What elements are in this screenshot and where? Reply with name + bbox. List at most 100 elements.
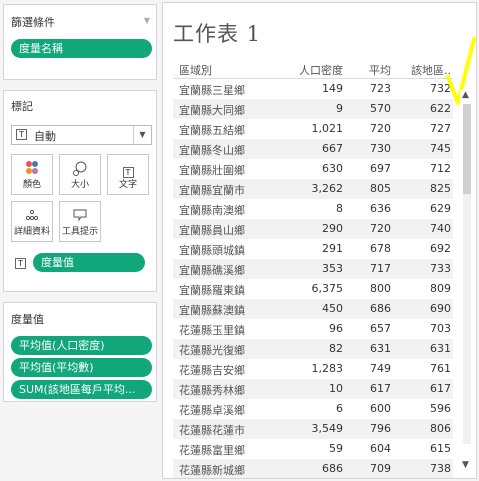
- cell-population-density: 3,549: [311, 422, 344, 435]
- sheet-title: 工作表 1: [173, 22, 262, 46]
- table-row[interactable]: 花蓮縣富里鄉 59 604 615: [173, 439, 453, 459]
- cell-average: 600: [370, 402, 391, 415]
- cell-average: 805: [370, 182, 391, 195]
- scroll-thumb[interactable]: [463, 104, 471, 194]
- cell-region: 花蓮縣花蓮市: [179, 424, 245, 437]
- cell-household-average: 733: [430, 262, 451, 275]
- cell-household-average: 690: [430, 302, 451, 315]
- table-row[interactable]: 宜蘭縣壯圍鄉 630 697 712: [173, 159, 453, 179]
- mark-type-label: 自動: [34, 130, 56, 143]
- cell-region: 花蓮縣富里鄉: [179, 444, 245, 457]
- table-row[interactable]: 花蓮縣玉里鎮 96 657 703: [173, 319, 453, 339]
- header-population-density[interactable]: 人口密度: [299, 62, 343, 78]
- text-field-icon: T: [15, 258, 26, 269]
- table-row[interactable]: 宜蘭縣頭城鎮 291 678 692: [173, 239, 453, 259]
- chevron-down-icon[interactable]: ▼: [133, 126, 151, 144]
- cell-population-density: 3,262: [311, 182, 344, 195]
- measure-pill[interactable]: 平均值(平均數): [11, 358, 152, 377]
- cell-region: 宜蘭縣宜蘭市: [179, 184, 245, 197]
- cell-average: 730: [370, 142, 391, 155]
- text-button-label: 文字: [118, 180, 137, 190]
- cell-population-density: 353: [322, 262, 343, 275]
- cell-region: 宜蘭縣南澳鄉: [179, 204, 245, 217]
- cell-household-average: 745: [430, 142, 451, 155]
- cell-population-density: 1,283: [311, 362, 344, 375]
- header-region[interactable]: 區域別: [179, 62, 212, 78]
- table-row[interactable]: 花蓮縣卓溪鄉 6 600 596: [173, 399, 453, 419]
- cell-average: 631: [370, 342, 391, 355]
- scroll-track[interactable]: [463, 104, 471, 444]
- table-row[interactable]: 宜蘭縣大同鄉 9 570 622: [173, 99, 453, 119]
- marks-card: 標記 T 自動 ▼ 顏色 大小 T 文字 詳細資料 工具提示 T 度量值: [3, 90, 157, 292]
- chevron-down-icon[interactable]: ▼: [144, 16, 150, 25]
- cell-population-density: 82: [329, 342, 343, 355]
- table-row[interactable]: 宜蘭縣三星鄉 149 723 732: [173, 79, 453, 99]
- cell-region: 花蓮縣新城鄉: [179, 464, 245, 477]
- table-row[interactable]: 宜蘭縣宜蘭市 3,262 805 825: [173, 179, 453, 199]
- table-row[interactable]: 花蓮縣花蓮市 3,549 796 806: [173, 419, 453, 439]
- table-row[interactable]: 宜蘭縣羅東鎮 6,375 800 809: [173, 279, 453, 299]
- cell-region: 花蓮縣光復鄉: [179, 344, 245, 357]
- detail-button[interactable]: 詳細資料: [11, 201, 53, 242]
- size-button[interactable]: 大小: [59, 154, 101, 195]
- table-row[interactable]: 宜蘭縣礁溪鄉 353 717 733: [173, 259, 453, 279]
- cell-population-density: 59: [329, 442, 343, 455]
- cell-average: 617: [370, 382, 391, 395]
- cell-average: 570: [370, 102, 391, 115]
- text-pill-measure-values[interactable]: 度量值: [33, 253, 145, 272]
- cell-region: 宜蘭縣頭城鎮: [179, 244, 245, 257]
- filters-card: 篩選條件 ▼ 度量名稱: [3, 4, 157, 80]
- table-row[interactable]: 宜蘭縣員山鄉 290 720 740: [173, 219, 453, 239]
- table-row[interactable]: 宜蘭縣冬山鄉 667 730 745: [173, 139, 453, 159]
- vertical-scrollbar[interactable]: ▲ ▼: [460, 90, 474, 470]
- cell-population-density: 10: [329, 382, 343, 395]
- cell-region: 宜蘭縣大同鄉: [179, 104, 245, 117]
- cell-household-average: 809: [430, 282, 451, 295]
- table-row[interactable]: 花蓮縣光復鄉 82 631 631: [173, 339, 453, 359]
- cell-average: 800: [370, 282, 391, 295]
- cell-average: 749: [370, 362, 391, 375]
- cell-average: 678: [370, 242, 391, 255]
- cell-population-density: 290: [322, 222, 343, 235]
- cell-region: 花蓮縣玉里鎮: [179, 324, 245, 337]
- cell-household-average: 727: [430, 122, 451, 135]
- table-row[interactable]: 花蓮縣吉安鄉 1,283 749 761: [173, 359, 453, 379]
- cell-household-average: 761: [430, 362, 451, 375]
- cell-population-density: 149: [322, 82, 343, 95]
- scroll-down-icon[interactable]: ▼: [462, 460, 469, 470]
- text-button[interactable]: T 文字: [107, 154, 149, 195]
- table-row[interactable]: 花蓮縣新城鄉 686 709 738: [173, 459, 453, 478]
- table-row[interactable]: 花蓮縣秀林鄉 10 617 617: [173, 379, 453, 399]
- worksheet-view: 工作表 1 區域別 人口密度 平均 該地區.. 宜蘭縣三星鄉 149 723 732 宜…: [162, 2, 477, 479]
- cell-household-average: 615: [430, 442, 451, 455]
- tooltip-button[interactable]: 工具提示: [59, 201, 101, 242]
- marks-title: 標記: [11, 100, 33, 113]
- color-button[interactable]: 顏色: [11, 154, 53, 195]
- table-row[interactable]: 宜蘭縣南澳鄉 8 636 629: [173, 199, 453, 219]
- scroll-up-icon[interactable]: ▲: [462, 90, 469, 100]
- header-household-average[interactable]: 該地區..: [411, 62, 451, 78]
- cell-household-average: 692: [430, 242, 451, 255]
- cell-population-density: 96: [329, 322, 343, 335]
- cell-average: 723: [370, 82, 391, 95]
- cell-population-density: 6: [336, 402, 343, 415]
- measure-pill[interactable]: 平均值(人口密度): [11, 336, 152, 355]
- cell-population-density: 6,375: [311, 282, 344, 295]
- filters-title: 篩選條件: [11, 16, 55, 29]
- cell-average: 697: [370, 162, 391, 175]
- cell-population-density: 630: [322, 162, 343, 175]
- filter-pill-measure-names[interactable]: 度量名稱: [11, 39, 152, 58]
- cell-region: 宜蘭縣員山鄉: [179, 224, 245, 237]
- cell-population-density: 8: [336, 202, 343, 215]
- header-average[interactable]: 平均: [369, 62, 391, 78]
- text-mark-icon: T: [16, 129, 27, 140]
- cell-household-average: 631: [430, 342, 451, 355]
- cell-population-density: 450: [322, 302, 343, 315]
- table-row[interactable]: 宜蘭縣五結鄉 1,021 720 727: [173, 119, 453, 139]
- table-row[interactable]: 宜蘭縣蘇澳鎮 450 686 690: [173, 299, 453, 319]
- mark-type-dropdown[interactable]: T 自動 ▼: [11, 125, 152, 145]
- cell-average: 709: [370, 462, 391, 475]
- measure-pill[interactable]: SUM(該地區每戶平均...: [11, 380, 152, 399]
- detail-button-label: 詳細資料: [13, 227, 50, 237]
- cell-average: 604: [370, 442, 391, 455]
